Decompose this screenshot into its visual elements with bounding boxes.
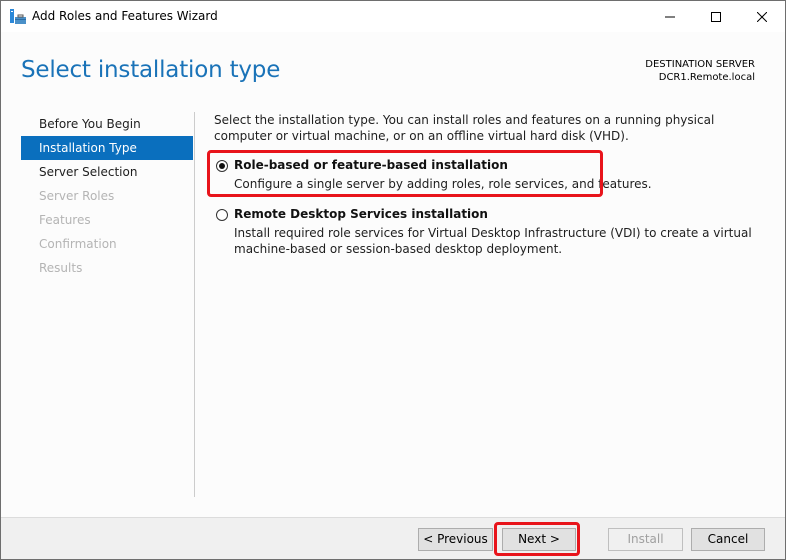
wizard-window: Add Roles and Features Wizard Select ins… <box>0 0 786 560</box>
maximize-button[interactable] <box>693 1 739 32</box>
previous-button[interactable]: < Previous <box>418 528 493 551</box>
nav-item-before-you-begin[interactable]: Before You Begin <box>21 112 193 136</box>
destination-server-label: DESTINATION SERVER <box>645 59 755 70</box>
nav-item-server-roles: Server Roles <box>39 189 115 203</box>
nav-item-features: Features <box>39 213 91 227</box>
destination-server-info: DESTINATION SERVER DCR1.Remote.local <box>645 58 755 84</box>
server-manager-icon <box>10 9 26 25</box>
nav-item-confirmation: Confirmation <box>39 237 117 251</box>
title-bar[interactable]: Add Roles and Features Wizard <box>1 1 785 32</box>
close-button[interactable] <box>739 1 785 32</box>
cancel-button[interactable]: Cancel <box>691 528 765 551</box>
destination-server-name: DCR1.Remote.local <box>658 72 755 83</box>
highlight-box-next <box>494 522 580 556</box>
radio-remote-desktop[interactable] <box>216 209 228 221</box>
minimize-icon <box>665 16 675 17</box>
close-icon <box>757 11 767 22</box>
wizard-nav: Before You Begin Installation Type Serve… <box>21 112 193 280</box>
option-remote-desktop-description: Install required role services for Virtu… <box>234 226 752 256</box>
option-remote-desktop-label[interactable]: Remote Desktop Services installation <box>234 206 774 223</box>
page-title: Select installation type <box>21 57 281 83</box>
nav-divider <box>194 112 195 497</box>
highlight-box-role-based <box>207 150 603 197</box>
option-remote-desktop[interactable]: Remote Desktop Services installation Ins… <box>214 206 774 257</box>
intro-text: Select the installation type. You can in… <box>214 113 715 143</box>
nav-item-installation-type[interactable]: Installation Type <box>21 136 193 160</box>
nav-item-server-selection[interactable]: Server Selection <box>21 160 193 184</box>
window-title: Add Roles and Features Wizard <box>32 9 218 23</box>
maximize-icon <box>711 11 721 22</box>
minimize-button[interactable] <box>647 1 693 32</box>
nav-item-results: Results <box>39 261 83 275</box>
install-button: Install <box>608 528 683 551</box>
